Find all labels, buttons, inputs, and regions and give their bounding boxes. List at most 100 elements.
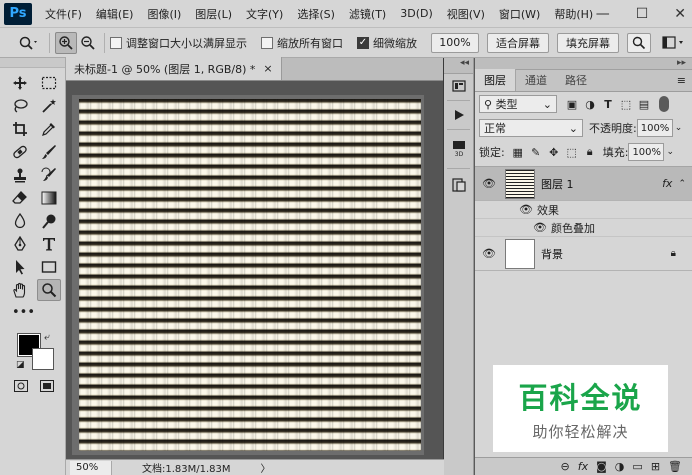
zoom-tool-icon[interactable] [37, 279, 61, 301]
add-layer-style-icon[interactable]: fx [578, 460, 588, 473]
scrubby-zoom-checkbox[interactable]: ✓ 细微缩放 [357, 35, 417, 51]
eye-icon[interactable]: 👁︎ [475, 247, 503, 260]
rectangle-tool-icon[interactable] [37, 256, 61, 278]
menu-type[interactable]: 文字(Y) [239, 6, 290, 22]
blur-tool-icon[interactable] [8, 210, 32, 232]
clone-stamp-tool-icon[interactable] [8, 164, 32, 186]
chevron-up-icon[interactable]: ⌃ [678, 179, 686, 189]
lock-image-pixels-icon[interactable]: ✎ [527, 146, 545, 159]
menu-file[interactable]: 文件(F) [38, 6, 89, 22]
eye-icon[interactable]: 👁︎ [519, 203, 533, 216]
screen-mode-icon[interactable] [40, 380, 54, 396]
resize-windows-checkbox[interactable]: 调整窗口大小以满屏显示 [110, 35, 247, 51]
zoom-out-icon[interactable] [77, 32, 99, 54]
eyedropper-tool-icon[interactable] [37, 118, 61, 140]
pixel-layer-filter-icon[interactable]: ▣ [563, 98, 581, 111]
3d-panel-icon[interactable]: 3D [444, 132, 474, 166]
checkbox-icon[interactable] [261, 36, 273, 49]
blend-mode-dropdown[interactable]: 正常 ⌄ [479, 119, 583, 137]
eraser-tool-icon[interactable] [8, 187, 32, 209]
tab-channels[interactable]: 通道 [516, 69, 556, 91]
healing-brush-tool-icon[interactable] [8, 141, 32, 163]
fit-screen-button[interactable]: 适合屏幕 [487, 32, 549, 53]
panel-strip-header[interactable]: ◂◂ [444, 58, 473, 74]
dodge-tool-icon[interactable] [37, 210, 61, 232]
eye-icon[interactable]: 👁︎ [533, 221, 547, 234]
status-menu-arrow-icon[interactable]: 〉 [261, 460, 271, 475]
maximize-button[interactable]: ☐ [636, 6, 649, 22]
brush-tool-icon[interactable] [37, 141, 61, 163]
document-info-panel-icon[interactable] [444, 171, 474, 199]
menu-select[interactable]: 选择(S) [290, 6, 342, 22]
pen-tool-icon[interactable] [8, 233, 32, 255]
menu-view[interactable]: 视图(V) [440, 6, 492, 22]
actions-play-icon[interactable] [444, 103, 474, 127]
background-color-swatch[interactable] [32, 348, 54, 370]
menu-edit[interactable]: 编辑(E) [89, 6, 141, 22]
tab-paths[interactable]: 路径 [556, 69, 596, 91]
layer-name[interactable]: 图层 1 [541, 176, 574, 192]
menu-window[interactable]: 窗口(W) [492, 6, 547, 22]
panel-menu-icon[interactable]: ≡ [677, 74, 686, 87]
layer-row[interactable]: 👁︎ 背景 🔒︎ [475, 237, 692, 271]
menu-filter[interactable]: 滤镜(T) [342, 6, 393, 22]
zoom-level-field[interactable]: 50% [70, 460, 112, 475]
chevron-down-icon[interactable]: ⌄ [666, 147, 674, 157]
move-tool-icon[interactable] [8, 72, 32, 94]
zoom-in-icon[interactable] [55, 31, 77, 54]
gradient-tool-icon[interactable] [37, 187, 61, 209]
hand-tool-icon[interactable] [8, 279, 32, 301]
opacity-field[interactable]: 100% [636, 119, 673, 137]
filter-toggle[interactable] [659, 96, 669, 112]
chevron-down-icon[interactable]: ⌄ [675, 123, 683, 133]
zoom-100-button[interactable]: 100% [431, 32, 479, 53]
document-tab[interactable]: 未标题-1 @ 50% (图层 1, RGB/8) * × [66, 57, 282, 80]
layer-name[interactable]: 背景 [541, 246, 563, 262]
new-group-icon[interactable]: ▭ [632, 460, 642, 473]
zoom-all-windows-checkbox[interactable]: 缩放所有窗口 [261, 35, 343, 51]
minimize-button[interactable]: — [596, 6, 610, 22]
menu-help[interactable]: 帮助(H) [547, 6, 600, 22]
menu-layer[interactable]: 图层(L) [188, 6, 239, 22]
layer-row[interactable]: 👁︎ 图层 1 fx ⌃ [475, 167, 692, 201]
lock-position-icon[interactable]: ✥ [545, 146, 563, 159]
close-button[interactable]: ✕ [674, 6, 686, 22]
new-adjustment-layer-icon[interactable]: ◑ [615, 460, 625, 473]
adjustment-layer-filter-icon[interactable]: ◑ [581, 98, 599, 111]
close-tab-icon[interactable]: × [263, 62, 272, 75]
fill-screen-button[interactable]: 填充屏幕 [557, 32, 619, 53]
filter-kind-dropdown[interactable]: ⚲ 类型 ⌄ [479, 95, 557, 113]
history-brush-tool-icon[interactable] [37, 164, 61, 186]
type-layer-filter-icon[interactable]: T [599, 98, 617, 111]
tab-layers[interactable]: 图层 [475, 69, 516, 91]
menu-image[interactable]: 图像(I) [140, 6, 188, 22]
lock-artboard-icon[interactable]: ⬚ [563, 146, 581, 159]
default-colors-icon[interactable]: ◪ [16, 360, 25, 370]
fill-field[interactable]: 100% [628, 143, 665, 161]
lock-transparency-icon[interactable]: ▦ [509, 146, 527, 159]
fx-icon[interactable]: fx [662, 177, 672, 190]
magic-wand-tool-icon[interactable] [37, 95, 61, 117]
lock-all-icon[interactable]: 🔒︎ [581, 145, 599, 159]
type-tool-icon[interactable] [37, 233, 61, 255]
eye-icon[interactable]: 👁︎ [475, 177, 503, 190]
lasso-tool-icon[interactable] [8, 95, 32, 117]
checkbox-icon[interactable] [110, 36, 122, 49]
swap-colors-icon[interactable]: ⤶ [44, 332, 50, 343]
document-canvas[interactable] [79, 99, 421, 451]
smart-object-filter-icon[interactable]: ▤ [635, 98, 653, 111]
crop-tool-icon[interactable] [8, 118, 32, 140]
zoom-tool-preset-icon[interactable] [14, 32, 44, 54]
add-mask-icon[interactable]: ◙ [596, 460, 607, 473]
new-layer-icon[interactable]: ⊞ [651, 460, 660, 473]
search-icon[interactable] [627, 32, 651, 53]
workspace-switcher-icon[interactable] [659, 32, 689, 54]
quick-mask-icon[interactable] [14, 380, 28, 396]
more-tools-icon[interactable]: ••• [12, 305, 65, 320]
checkmark-icon[interactable]: ✓ [357, 36, 369, 49]
path-selection-tool-icon[interactable] [8, 256, 32, 278]
menu-3d[interactable]: 3D(D) [393, 7, 440, 20]
marquee-tool-icon[interactable] [37, 72, 61, 94]
link-layers-icon[interactable]: ⊖ [561, 460, 570, 473]
effects-row[interactable]: 👁︎ 效果 [475, 201, 692, 219]
